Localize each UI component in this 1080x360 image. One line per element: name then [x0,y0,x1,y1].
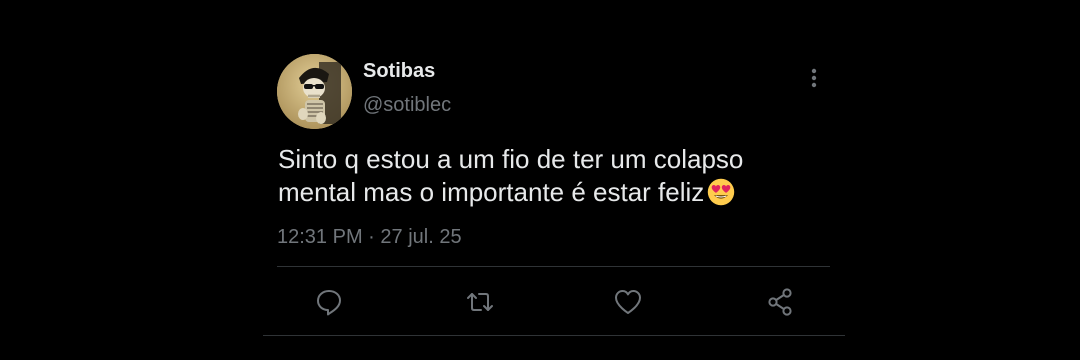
more-vertical-icon [811,68,817,88]
divider-bottom [263,335,845,336]
tweet-text: Sinto q estou a um fio de ter um colapso… [278,143,818,209]
divider [277,266,830,267]
reply-icon [317,290,341,316]
avatar[interactable] [277,54,352,129]
user-handle[interactable]: @sotiblec [363,94,451,117]
tweet-time: 12:31 PM [277,226,363,248]
tweet-date: 27 jul. 25 [380,226,462,248]
avatar-skeleton-image [277,54,352,129]
reply-button[interactable] [313,286,345,318]
action-bar [263,286,845,318]
tweet-text-body: Sinto q estou a um fio de ter um colapso… [278,144,744,207]
share-button[interactable] [764,286,796,318]
tweet-card: Sotibas @sotiblec Sinto q estou a um fio… [263,40,845,340]
more-options-button[interactable] [803,65,825,91]
heart-eyes-emoji-icon [708,178,735,206]
retweet-button[interactable] [464,286,496,318]
meta-separator: · [368,226,375,248]
heart-icon [615,290,641,314]
like-button[interactable] [612,286,644,318]
retweet-icon [467,293,493,311]
display-name[interactable]: Sotibas [363,60,435,83]
share-icon [768,288,792,316]
tweet-timestamp[interactable]: 12:31 PM · 27 jul. 25 [277,226,462,249]
